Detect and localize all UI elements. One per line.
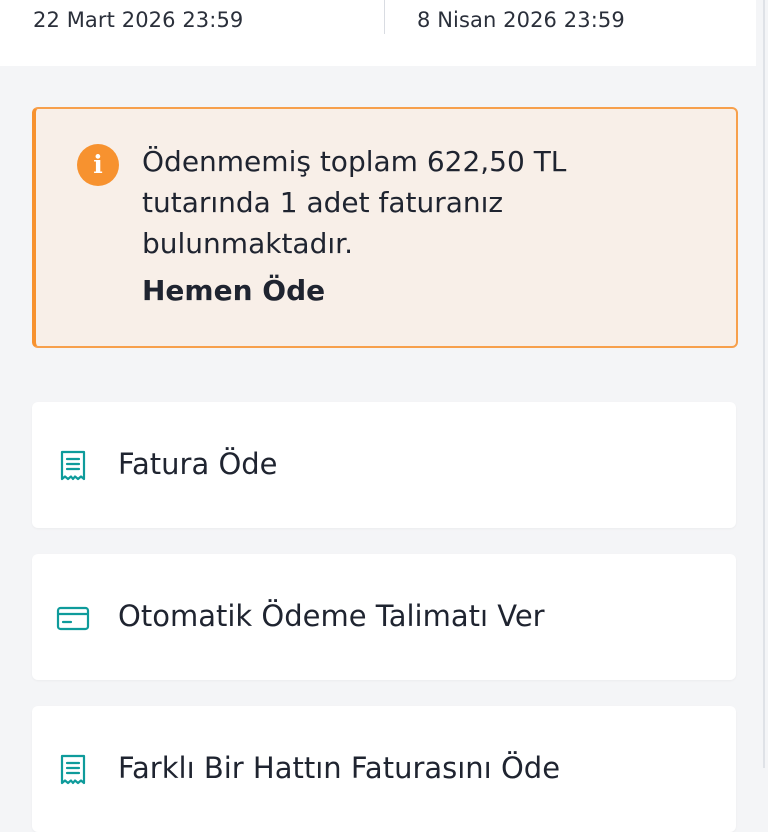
- info-icon: i: [77, 144, 119, 186]
- automatic-payment-label: Otomatik Ödeme Talimatı Ver: [118, 599, 545, 633]
- unpaid-invoice-alert: i Ödenmemiş toplam 622,50 TL tutarında 1…: [32, 107, 738, 348]
- end-date: 8 Nisan 2026 23:59: [417, 8, 625, 32]
- start-date: 22 Mart 2026 23:59: [33, 8, 244, 32]
- pay-invoice-label: Fatura Öde: [118, 447, 278, 481]
- pay-now-link[interactable]: Hemen Öde: [142, 274, 325, 307]
- scrollbar[interactable]: [760, 0, 768, 768]
- scrollbar-thumb[interactable]: [763, 0, 765, 768]
- pay-other-line-invoice-label: Farklı Bir Hattın Faturasını Öde: [118, 751, 561, 785]
- receipt-icon: [56, 753, 90, 787]
- date-divider: [384, 0, 385, 34]
- alert-message: Ödenmemiş toplam 622,50 TL tutarında 1 a…: [142, 145, 567, 260]
- receipt-icon: [56, 449, 90, 483]
- credit-card-icon: [56, 601, 90, 635]
- pay-other-line-invoice-button[interactable]: Farklı Bir Hattın Faturasını Öde: [32, 706, 736, 832]
- automatic-payment-button[interactable]: Otomatik Ödeme Talimatı Ver: [32, 554, 736, 680]
- date-range-header: 22 Mart 2026 23:59 8 Nisan 2026 23:59: [0, 0, 756, 66]
- pay-invoice-button[interactable]: Fatura Öde: [32, 402, 736, 528]
